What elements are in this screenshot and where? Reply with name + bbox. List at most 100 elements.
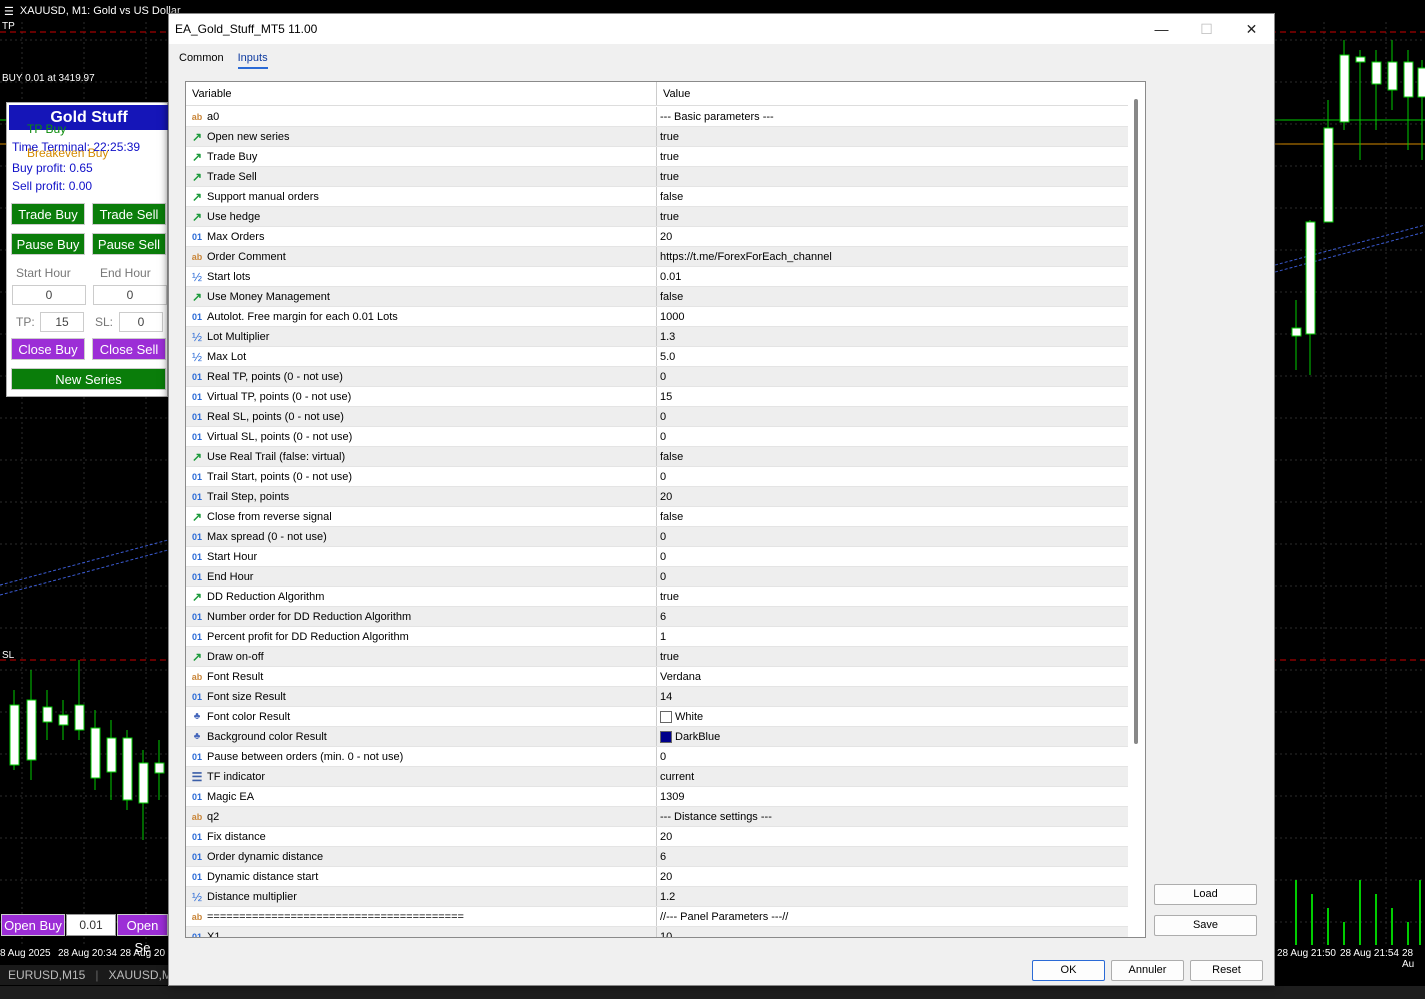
table-row[interactable]: ab ======================================… (186, 907, 1128, 927)
open-buy-button[interactable]: Open Buy (1, 914, 65, 936)
value-cell[interactable]: 20 (657, 227, 1127, 246)
variable-cell[interactable]: ½ Lot Multiplier (186, 327, 657, 346)
chart-tab[interactable]: EURUSD,M15 (8, 968, 85, 982)
cancel-button[interactable]: Annuler (1111, 960, 1184, 981)
end-hour-input[interactable]: 0 (93, 285, 167, 305)
table-row[interactable]: ↗ Use hedge true (186, 207, 1128, 227)
value-cell[interactable]: DarkBlue (657, 727, 1127, 746)
variable-cell[interactable]: 01 Order dynamic distance (186, 847, 657, 866)
table-row[interactable]: ½ Start lots 0.01 (186, 267, 1128, 287)
table-row[interactable]: 01 Autolot. Free margin for each 0.01 Lot… (186, 307, 1128, 327)
table-row[interactable]: ↗ Open new series true (186, 127, 1128, 147)
variable-cell[interactable]: 01 Fix distance (186, 827, 657, 846)
variable-cell[interactable]: ab a0 (186, 107, 657, 126)
value-cell[interactable]: true (657, 587, 1127, 606)
variable-cell[interactable]: ½ Start lots (186, 267, 657, 286)
value-cell[interactable]: 6 (657, 847, 1127, 866)
variable-cell[interactable]: 01 Max Orders (186, 227, 657, 246)
minimize-button[interactable]: — (1139, 14, 1184, 44)
value-cell[interactable]: 1000 (657, 307, 1127, 326)
table-row[interactable]: ½ Max Lot 5.0 (186, 347, 1128, 367)
variable-cell[interactable]: ab Order Comment (186, 247, 657, 266)
variable-cell[interactable]: 01 Start Hour (186, 547, 657, 566)
value-cell[interactable]: --- Basic parameters --- (657, 107, 1127, 126)
menu-icon[interactable]: ☰ (4, 5, 14, 18)
dialog-title-bar[interactable]: EA_Gold_Stuff_MT5 11.00 — ☐ ✕ (169, 14, 1274, 44)
start-hour-input[interactable]: 0 (12, 285, 86, 305)
variable-cell[interactable]: ☰ TF indicator (186, 767, 657, 786)
value-cell[interactable]: 1 (657, 627, 1127, 646)
variable-cell[interactable]: ½ Max Lot (186, 347, 657, 366)
table-row[interactable]: 01 X1 10 (186, 927, 1128, 937)
value-cell[interactable]: --- Distance settings --- (657, 807, 1127, 826)
close-sell-button[interactable]: Close Sell (92, 338, 166, 360)
pause-buy-button[interactable]: Pause Buy (11, 233, 85, 255)
ok-button[interactable]: OK (1032, 960, 1105, 981)
value-cell[interactable]: 20 (657, 827, 1127, 846)
new-series-button[interactable]: New Series (11, 368, 166, 390)
variable-cell[interactable]: ½ Distance multiplier (186, 887, 657, 906)
load-button[interactable]: Load (1154, 884, 1257, 905)
table-row[interactable]: ab q2 --- Distance settings --- (186, 807, 1128, 827)
value-cell[interactable]: 1.3 (657, 327, 1127, 346)
table-row[interactable]: 01 Start Hour 0 (186, 547, 1128, 567)
value-cell[interactable]: 0 (657, 527, 1127, 546)
table-row[interactable]: 01 Percent profit for DD Reduction Algori… (186, 627, 1128, 647)
value-cell[interactable]: 1.2 (657, 887, 1127, 906)
variable-cell[interactable]: ab ======================================… (186, 907, 657, 926)
table-row[interactable]: ½ Lot Multiplier 1.3 (186, 327, 1128, 347)
value-cell[interactable]: 20 (657, 487, 1127, 506)
value-cell[interactable]: White (657, 707, 1127, 726)
table-row[interactable]: ☰ TF indicator current (186, 767, 1128, 787)
value-cell[interactable]: true (657, 167, 1127, 186)
variable-cell[interactable]: 01 End Hour (186, 567, 657, 586)
save-button[interactable]: Save (1154, 915, 1257, 936)
table-row[interactable]: 01 End Hour 0 (186, 567, 1128, 587)
variable-cell[interactable]: 01 Magic EA (186, 787, 657, 806)
variable-cell[interactable]: 01 Trail Step, points (186, 487, 657, 506)
value-cell[interactable]: 0.01 (657, 267, 1127, 286)
tab-inputs[interactable]: Inputs (237, 52, 268, 69)
value-cell[interactable]: 20 (657, 867, 1127, 886)
grid-scrollbar[interactable] (1134, 99, 1138, 744)
maximize-button[interactable]: ☐ (1184, 14, 1229, 44)
table-row[interactable]: ↗ Draw on-off true (186, 647, 1128, 667)
value-cell[interactable]: 14 (657, 687, 1127, 706)
trade-buy-button[interactable]: Trade Buy (11, 203, 85, 225)
tp-input[interactable]: 15 (40, 312, 84, 332)
value-cell[interactable]: 5.0 (657, 347, 1127, 366)
variable-cell[interactable]: 01 Virtual TP, points (0 - not use) (186, 387, 657, 406)
table-row[interactable]: ↗ Trade Buy true (186, 147, 1128, 167)
value-cell[interactable]: 1309 (657, 787, 1127, 806)
variable-cell[interactable]: 01 Real TP, points (0 - not use) (186, 367, 657, 386)
value-cell[interactable]: true (657, 127, 1127, 146)
variable-cell[interactable]: ↗ Draw on-off (186, 647, 657, 666)
table-row[interactable]: 01 Magic EA 1309 (186, 787, 1128, 807)
value-cell[interactable]: current (657, 767, 1127, 786)
table-row[interactable]: 01 Trail Step, points 20 (186, 487, 1128, 507)
variable-cell[interactable]: ♣ Font color Result (186, 707, 657, 726)
variable-cell[interactable]: 01 Virtual SL, points (0 - not use) (186, 427, 657, 446)
table-row[interactable]: ↗ Support manual orders false (186, 187, 1128, 207)
variable-cell[interactable]: 01 Percent profit for DD Reduction Algori… (186, 627, 657, 646)
variable-cell[interactable]: ↗ Use Real Trail (false: virtual) (186, 447, 657, 466)
value-cell[interactable]: 15 (657, 387, 1127, 406)
lot-size-input[interactable]: 0.01 (66, 914, 116, 936)
value-cell[interactable]: https://t.me/ForexForEach_channel (657, 247, 1127, 266)
table-row[interactable]: 01 Max Orders 20 (186, 227, 1128, 247)
table-row[interactable]: ↗ Use Money Management false (186, 287, 1128, 307)
variable-cell[interactable]: ↗ Use hedge (186, 207, 657, 226)
variable-cell[interactable]: ↗ Open new series (186, 127, 657, 146)
trade-sell-button[interactable]: Trade Sell (92, 203, 166, 225)
value-cell[interactable]: false (657, 187, 1127, 206)
table-row[interactable]: ♣ Font color Result White (186, 707, 1128, 727)
value-cell[interactable]: 0 (657, 747, 1127, 766)
variable-cell[interactable]: ♣ Background color Result (186, 727, 657, 746)
variable-cell[interactable]: 01 Pause between orders (min. 0 - not use… (186, 747, 657, 766)
table-row[interactable]: 01 Number order for DD Reduction Algorith… (186, 607, 1128, 627)
table-row[interactable]: 01 Virtual SL, points (0 - not use) 0 (186, 427, 1128, 447)
value-cell[interactable]: false (657, 447, 1127, 466)
table-row[interactable]: 01 Real TP, points (0 - not use) 0 (186, 367, 1128, 387)
pause-sell-button[interactable]: Pause Sell (92, 233, 166, 255)
header-value[interactable]: Value (657, 82, 1127, 105)
